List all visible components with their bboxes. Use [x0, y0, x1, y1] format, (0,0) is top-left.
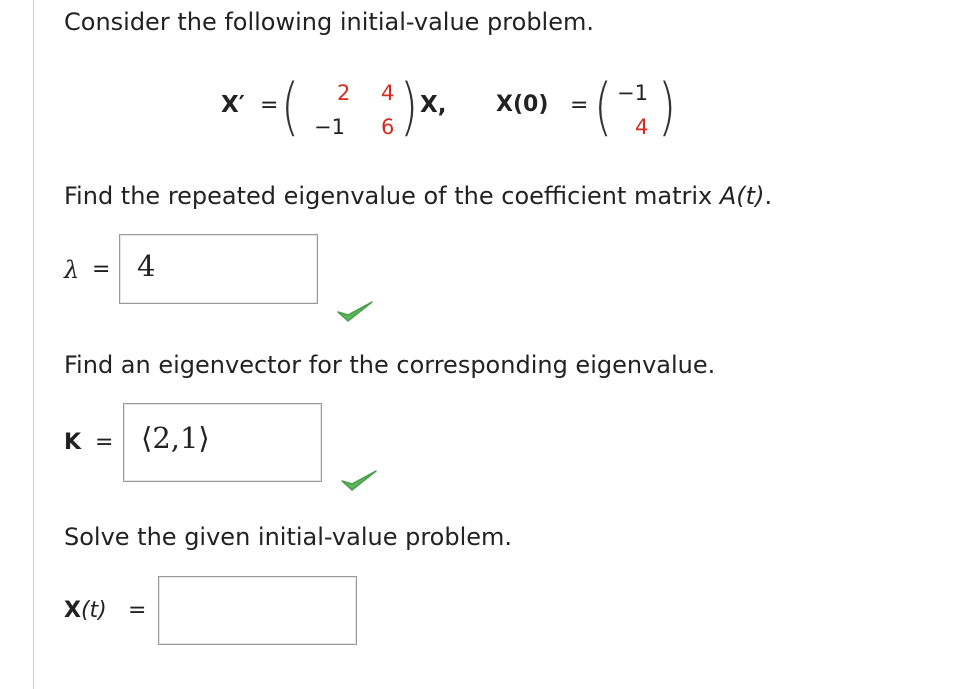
eigenvalue-prompt-period: . [764, 182, 773, 210]
solution-equals: = [128, 598, 147, 623]
matrix-symbol: A(t) [719, 182, 765, 210]
matrix-entry-12: 4 [381, 81, 395, 105]
equals-sign: = [260, 93, 279, 118]
lambda-label: λ [64, 256, 80, 284]
initial-equals-sign: = [570, 93, 589, 118]
solution-label: X(t) [64, 598, 107, 623]
left-paren: ( [281, 70, 300, 143]
intro-text: Consider the following initial-value pro… [64, 8, 594, 36]
matrix-entry-11: 2 [337, 81, 351, 105]
matrix-entry-22: 6 [381, 115, 395, 139]
solution-input[interactable] [158, 576, 357, 645]
solution-label-t: (t) [80, 598, 107, 623]
eigenvector-answer: ⟨2,1⟩ [141, 421, 210, 455]
eigenvector-input[interactable]: ⟨2,1⟩ [123, 403, 322, 482]
lambda-equals: = [92, 257, 111, 282]
x-vector-label: X, [420, 92, 447, 118]
eigenvalue-input[interactable]: 4 [119, 234, 318, 304]
eigenvalue-prompt-text: Find the repeated eigenvalue of the coef… [64, 182, 720, 210]
initial-condition-label: X(0) [496, 92, 549, 117]
k-equals: = [95, 430, 114, 455]
check-icon [337, 301, 373, 322]
eigenvector-prompt: Find an eigenvector for the correspondin… [64, 351, 716, 379]
solution-label-x: X [64, 598, 81, 623]
k-label: K [64, 430, 82, 455]
initial-vector-entry-2: 4 [635, 115, 649, 139]
initial-vector-entry-1: −1 [617, 81, 648, 105]
solve-prompt: Solve the given initial-value problem. [64, 523, 513, 551]
left-divider [33, 0, 34, 689]
check-icon [341, 470, 377, 491]
right-paren-2: ) [658, 70, 677, 143]
eigenvalue-answer: 4 [137, 249, 156, 283]
left-paren-2: ( [594, 70, 613, 143]
matrix-entry-21: −1 [314, 115, 345, 139]
eigenvalue-prompt: Find the repeated eigenvalue of the coef… [64, 182, 772, 210]
x-prime-label: X′ [221, 92, 245, 118]
right-paren: ) [400, 70, 419, 143]
